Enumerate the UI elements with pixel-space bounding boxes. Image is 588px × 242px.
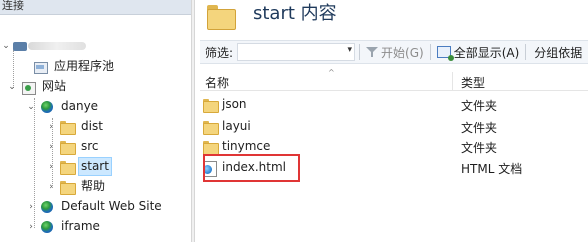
tree-item-server[interactable]: ⌄ — [0, 36, 86, 55]
folder-icon — [59, 119, 76, 135]
chevron-down-icon[interactable]: ⌄ — [25, 102, 37, 112]
filter-toolbar: 筛选: ▾ 开始(G) 全部显示(A) 分组依据 — [200, 40, 588, 64]
tree-item-label: iframe — [61, 219, 100, 233]
server-name-redacted — [28, 41, 86, 50]
chevron-down-icon[interactable]: ⌄ — [0, 41, 12, 51]
tree-item-danye[interactable]: ⌄ danye — [25, 97, 101, 116]
chevron-right-icon[interactable]: › — [45, 142, 57, 152]
connections-header: 连接 — [0, 0, 191, 15]
sites-icon — [20, 79, 36, 95]
folder-icon — [59, 159, 76, 175]
sort-caret-icon: ^ — [328, 68, 335, 77]
content-title-bar: start 内容 — [195, 0, 588, 38]
tree-item-label: 帮助 — [81, 179, 106, 193]
chevron-right-icon[interactable]: › — [45, 122, 57, 132]
file-type: 文件夹 — [461, 99, 498, 113]
chevron-right-icon[interactable]: › — [25, 202, 37, 212]
globe-icon — [39, 99, 55, 115]
file-name: json — [222, 97, 247, 111]
show-all-button[interactable]: 全部显示(A) — [435, 44, 522, 61]
tree-item-label: start — [78, 157, 112, 176]
tree-item-app-pools[interactable]: 应用程序池 — [18, 57, 117, 76]
folder-icon — [59, 139, 76, 155]
toolbar-separator — [525, 44, 527, 60]
connections-header-label: 连接 — [2, 0, 24, 12]
tree-item-sites[interactable]: ⌄ 网站 — [6, 77, 69, 96]
tree-item-iframe[interactable]: › iframe — [25, 217, 103, 236]
connections-pane: 连接 ⌄ 应用程序池 ⌄ 网站 ⌄ danye › dist › src › s… — [0, 0, 191, 242]
filter-input[interactable]: ▾ — [237, 43, 356, 61]
tree-item-label: 网站 — [42, 79, 67, 93]
folder-icon — [202, 119, 219, 135]
show-all-icon — [436, 46, 454, 61]
file-type: 文件夹 — [461, 141, 498, 155]
file-row-json[interactable]: json 文件夹 — [200, 95, 588, 115]
chevron-right-icon[interactable]: › — [45, 182, 57, 192]
toolbar-separator — [429, 44, 431, 60]
tree-item-dist[interactable]: › dist — [45, 117, 106, 136]
tree-item-help[interactable]: › 帮助 — [45, 177, 108, 196]
file-type: 文件夹 — [461, 121, 498, 135]
chevron-right-icon[interactable]: › — [45, 162, 57, 172]
highlight-annotation — [203, 154, 300, 182]
list-header: ^ 名称 类型 — [200, 68, 588, 91]
file-name: tinymce — [222, 139, 271, 153]
funnel-icon — [366, 46, 379, 58]
folder-icon — [206, 3, 236, 31]
app-pool-icon — [32, 59, 48, 75]
globe-icon — [39, 199, 55, 215]
tree-item-default-web-site[interactable]: › Default Web Site — [25, 197, 165, 216]
tree-item-src[interactable]: › src — [45, 137, 102, 156]
content-pane: start 内容 筛选: ▾ 开始(G) 全部显示(A) 分组依据 ^ 名称 类… — [195, 0, 588, 242]
folder-icon — [202, 139, 219, 155]
tree-item-start[interactable]: › start — [45, 157, 112, 176]
column-divider[interactable] — [452, 72, 453, 91]
go-button-label: 开始(G) — [381, 45, 424, 60]
column-header-name[interactable]: 名称 — [205, 74, 229, 91]
page-title: start 内容 — [253, 3, 337, 24]
toolbar-separator — [359, 44, 361, 60]
tree-item-label: danye — [61, 99, 99, 113]
globe-icon — [39, 219, 55, 235]
tree-item-label: 应用程序池 — [54, 59, 115, 73]
file-name: layui — [222, 119, 251, 133]
folder-icon — [59, 179, 76, 195]
chevron-right-icon[interactable]: › — [25, 222, 37, 232]
dropdown-arrow-icon[interactable]: ▾ — [348, 45, 353, 55]
group-by-button[interactable]: 分组依据 — [534, 44, 582, 61]
file-row-layui[interactable]: layui 文件夹 — [200, 117, 588, 137]
go-button[interactable]: 开始(G) — [364, 44, 426, 61]
file-type: HTML 文档 — [461, 162, 523, 176]
column-header-type[interactable]: 类型 — [461, 74, 485, 91]
filter-label: 筛选: — [205, 45, 234, 60]
folder-icon — [202, 97, 219, 113]
tree-item-label: Default Web Site — [61, 199, 162, 213]
chevron-down-icon[interactable]: ⌄ — [6, 82, 18, 92]
tree-item-label: dist — [81, 119, 103, 133]
server-icon — [12, 38, 27, 54]
show-all-label: 全部显示(A) — [453, 45, 520, 60]
tree-item-label: src — [81, 139, 99, 153]
